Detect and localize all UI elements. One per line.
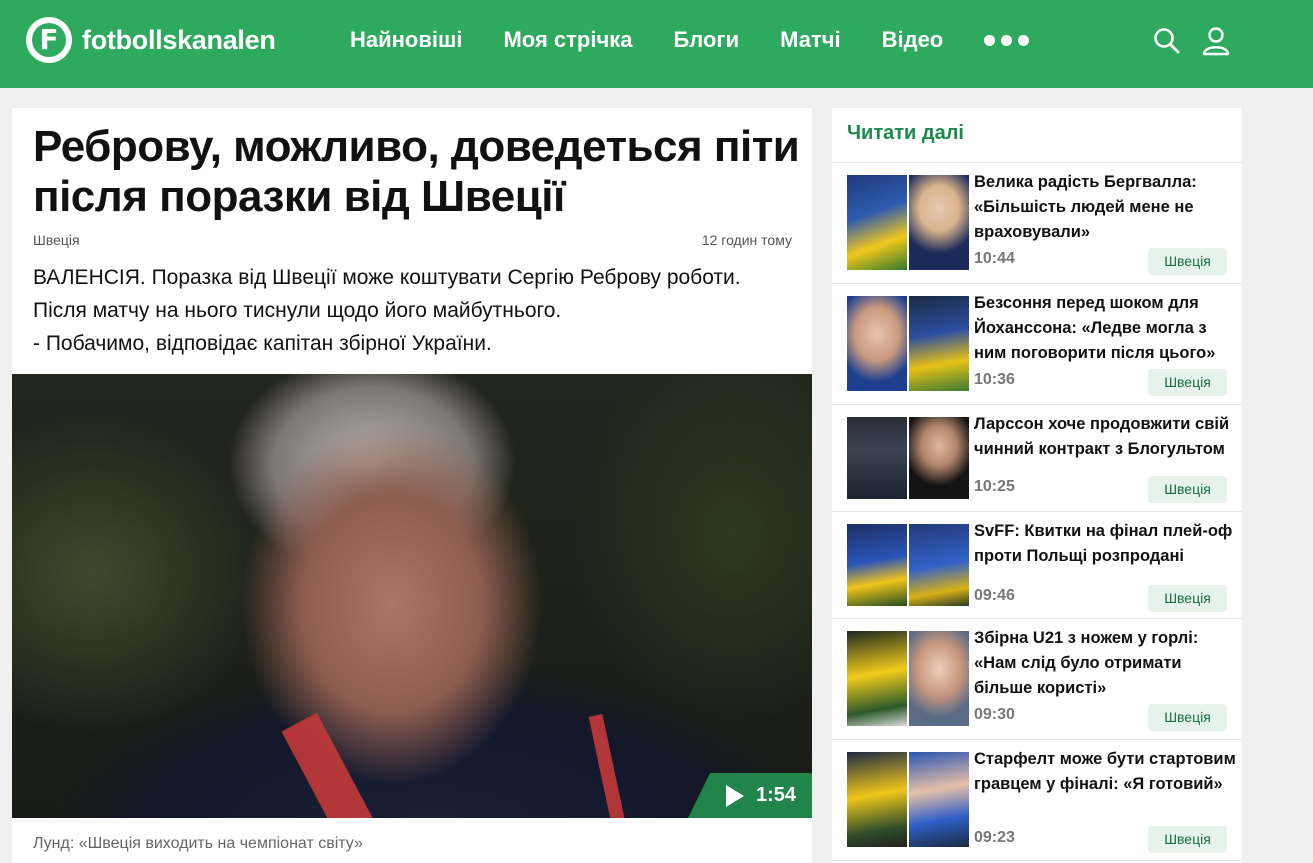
item-thumbnail <box>847 524 969 606</box>
sidebar-title: Читати далі <box>832 108 1242 163</box>
play-icon <box>726 784 744 807</box>
item-tag[interactable]: Швеція <box>1148 585 1227 612</box>
logo-mark-icon: F <box>26 17 72 63</box>
article-headline[interactable]: Реброву, можливо, доведеться піти після … <box>33 122 803 222</box>
article-lead: ВАЛЕНСІЯ. Поразка від Швеції може коштув… <box>33 261 803 360</box>
list-item[interactable]: Старфелт може бути стартовим гравцем у ф… <box>832 740 1242 861</box>
read-more-sidebar: Читати далі Велика радість Бергвалла: «Б… <box>832 108 1242 863</box>
item-title: Старфелт може бути стартовим гравцем у ф… <box>974 750 1236 793</box>
item-time: 10:36 <box>974 371 1015 388</box>
item-title: SvFF: Квитки на фінал плей-оф проти Поль… <box>974 522 1233 565</box>
item-title: Ларссон хоче продовжити свій чинний конт… <box>974 415 1230 458</box>
lead-line: ВАЛЕНСІЯ. Поразка від Швеції може коштув… <box>33 266 741 289</box>
top-bar: F fotbollskanalen Найновіші Моя стрічка … <box>0 0 1313 88</box>
nav-item-latest[interactable]: Найновіші <box>350 27 462 53</box>
item-tag[interactable]: Швеція <box>1148 248 1227 275</box>
article-timestamp: 12 годин тому <box>701 232 792 248</box>
photo-detail <box>281 712 383 818</box>
item-thumbnail <box>847 631 969 726</box>
nav-item-my-feed[interactable]: Моя стрічка <box>503 27 632 53</box>
photo-detail <box>588 713 630 818</box>
item-tag[interactable]: Швеція <box>1148 704 1227 731</box>
item-title: Збірна U21 з ножем у горлі: «Нам слід бу… <box>974 629 1199 697</box>
item-title: Велика радість Бергвалла: «Більшість люд… <box>974 173 1197 241</box>
item-thumbnail <box>847 752 969 847</box>
item-title: Безсоння перед шоком для Йоханссона: «Ле… <box>974 294 1216 362</box>
video-duration-badge[interactable]: 1:54 <box>688 773 812 818</box>
lead-line: Після матчу на нього тиснули щодо його м… <box>33 299 562 322</box>
nav-item-video[interactable]: Відео <box>882 27 944 53</box>
list-item[interactable]: Збірна U21 з ножем у горлі: «Нам слід бу… <box>832 619 1242 740</box>
item-tag[interactable]: Швеція <box>1148 369 1227 396</box>
article-card: Реброву, можливо, доведеться піти після … <box>12 108 812 863</box>
nav-item-blogs[interactable]: Блоги <box>673 27 739 53</box>
list-item[interactable]: Ларссон хоче продовжити свій чинний конт… <box>832 405 1242 512</box>
video-caption[interactable]: Лунд: «Швеція виходить на чемпіонат світ… <box>33 835 363 853</box>
item-tag[interactable]: Швеція <box>1148 476 1227 503</box>
item-thumbnail <box>847 296 969 391</box>
nav-item-matches[interactable]: Матчі <box>780 27 841 53</box>
item-time: 09:46 <box>974 587 1015 604</box>
item-time: 10:44 <box>974 250 1015 267</box>
main-nav: Найновіші Моя стрічка Блоги Матчі Відео <box>350 0 1030 80</box>
search-icon[interactable] <box>1152 26 1182 56</box>
site-logo[interactable]: F fotbollskanalen <box>26 17 276 63</box>
list-item[interactable]: SvFF: Квитки на фінал плей-оф проти Поль… <box>832 512 1242 619</box>
article-tag[interactable]: Швеція <box>33 232 80 248</box>
video-duration: 1:54 <box>756 784 797 806</box>
item-time: 10:25 <box>974 478 1015 495</box>
user-icon[interactable] <box>1201 26 1231 56</box>
item-time: 09:30 <box>974 706 1015 723</box>
item-thumbnail <box>847 417 969 499</box>
list-item[interactable]: Безсоння перед шоком для Йоханссона: «Ле… <box>832 284 1242 405</box>
hero-video-image[interactable]: 1:54 <box>12 374 812 818</box>
lead-line: - Побачимо, відповідає капітан збірної У… <box>33 332 492 355</box>
more-dots-icon[interactable] <box>984 34 1030 46</box>
item-tag[interactable]: Швеція <box>1148 826 1227 853</box>
item-thumbnail <box>847 175 969 270</box>
logo-text: fotbollskanalen <box>82 24 276 55</box>
list-item[interactable]: Велика радість Бергвалла: «Більшість люд… <box>832 163 1242 284</box>
item-time: 09:23 <box>974 829 1015 846</box>
